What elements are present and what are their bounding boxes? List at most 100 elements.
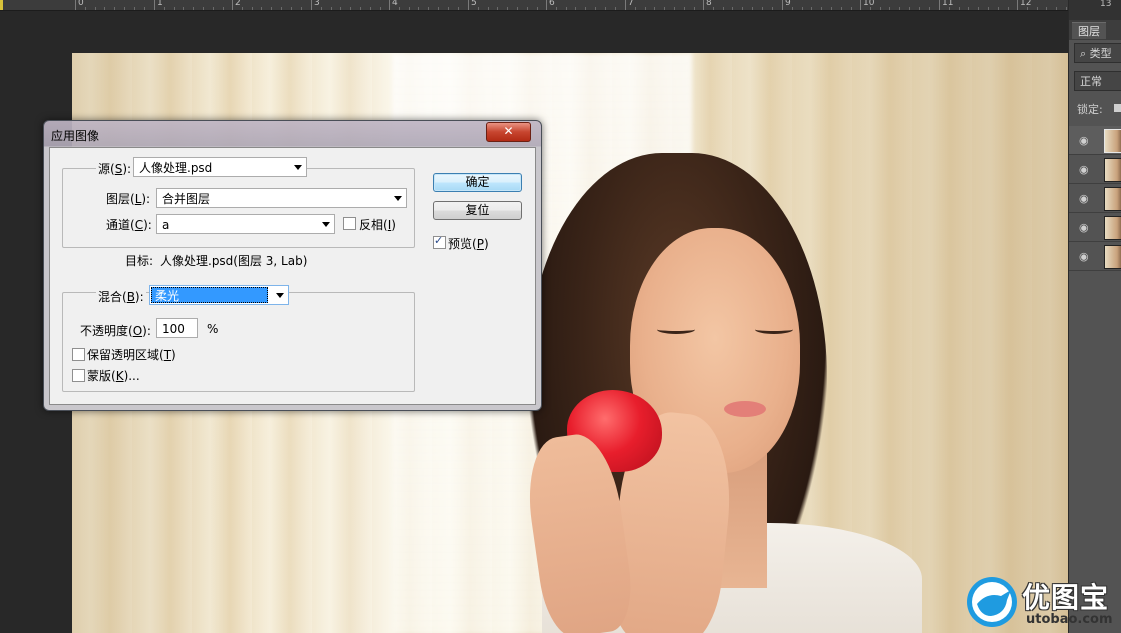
invert-checkbox[interactable]	[343, 217, 356, 230]
ruler-major-tick	[468, 0, 469, 10]
ruler-tick-label: 1	[157, 0, 163, 8]
invert-label: 反相(I)	[359, 218, 396, 232]
ruler-tick-label: 12	[1020, 0, 1032, 8]
ruler-origin-mark	[0, 0, 3, 10]
layer-filter-select[interactable]: ⌕ 类型	[1074, 43, 1121, 63]
preserve-transparency-checkbox[interactable]	[72, 348, 85, 361]
horizontal-ruler[interactable]: 0 1 2 3 4 5 6 7 8 9 10 11 12	[0, 0, 1068, 11]
tab-layers[interactable]: 图层	[1072, 22, 1106, 39]
ruler-minor-tick	[841, 7, 842, 10]
ruler-minor-tick	[1066, 7, 1067, 10]
dialog-close-button[interactable]: ✕	[486, 122, 531, 142]
ruler-minor-tick	[203, 7, 204, 10]
ruler-tick-label: 9	[785, 0, 791, 8]
ruler-minor-tick	[762, 7, 763, 10]
ruler-minor-tick	[428, 7, 429, 10]
eye-icon[interactable]: ◉	[1079, 134, 1089, 147]
watermark-url: utobao.com	[1026, 612, 1113, 627]
mask-checkbox[interactable]	[72, 369, 85, 382]
ruler-tick-label: 13	[1100, 0, 1112, 9]
ruler-minor-tick	[1037, 7, 1038, 10]
layer-thumbnail	[1104, 187, 1121, 211]
ruler-minor-tick	[193, 7, 194, 10]
ruler-major-tick	[232, 0, 233, 10]
eye-icon[interactable]: ◉	[1079, 163, 1089, 176]
watermark-bird-logo	[967, 577, 1017, 627]
panel-header	[1069, 0, 1121, 20]
lock-label: 锁定:	[1077, 103, 1103, 116]
ruler-minor-tick	[271, 7, 272, 10]
apply-image-dialog: 应用图像 ✕ 源(S): 人像处理.psd 图层(L): 合并图层 通道(C):…	[43, 120, 542, 411]
ruler-minor-tick	[1046, 7, 1047, 10]
ruler-minor-tick	[949, 7, 950, 10]
ruler-minor-tick	[664, 7, 665, 10]
ruler-tick-label: 4	[392, 0, 398, 8]
opacity-input[interactable]: 100	[156, 318, 198, 338]
chevron-down-icon	[294, 165, 302, 170]
ruler-minor-tick	[438, 7, 439, 10]
ruler-minor-tick	[1027, 7, 1028, 10]
channel-select[interactable]: a	[156, 214, 335, 234]
ruler-minor-tick	[851, 7, 852, 10]
blend-mode-value: 柔光	[151, 287, 268, 303]
blend-mode-select[interactable]: 柔光	[149, 285, 289, 305]
source-select[interactable]: 人像处理.psd	[133, 157, 307, 177]
lock-transparent-pixels-icon[interactable]	[1114, 104, 1121, 112]
layer-row[interactable]: ◉	[1069, 242, 1121, 271]
ruler-minor-tick	[615, 7, 616, 10]
ruler-minor-tick	[223, 7, 224, 10]
ruler-minor-tick	[1056, 7, 1057, 10]
ruler-major-tick	[389, 0, 390, 10]
ruler-minor-tick	[831, 7, 832, 10]
layer-thumbnail	[1104, 129, 1121, 153]
layer-select[interactable]: 合并图层	[156, 188, 407, 208]
reset-button[interactable]: 复位	[433, 201, 522, 220]
close-icon: ✕	[503, 124, 514, 138]
ruler-minor-tick	[566, 7, 567, 10]
layer-blend-mode-select[interactable]: 正常	[1074, 71, 1121, 91]
layer-row[interactable]: ◉	[1069, 184, 1121, 213]
ruler-major-tick	[75, 0, 76, 10]
ruler-minor-tick	[301, 7, 302, 10]
target-value: 人像处理.psd(图层 3, Lab)	[160, 254, 308, 268]
ruler-minor-tick	[752, 7, 753, 10]
ruler-minor-tick	[988, 7, 989, 10]
ruler-minor-tick	[880, 7, 881, 10]
ruler-minor-tick	[889, 7, 890, 10]
ruler-minor-tick	[713, 7, 714, 10]
channel-label: 通道(C):	[106, 218, 152, 232]
layer-thumbnail	[1104, 158, 1121, 182]
ruler-minor-tick	[360, 7, 361, 10]
watermark-name: 优图宝	[1022, 581, 1110, 614]
ruler-major-tick	[546, 0, 547, 10]
ruler-minor-tick	[654, 7, 655, 10]
ruler-minor-tick	[674, 7, 675, 10]
ruler-tick-label: 2	[235, 0, 241, 8]
eye-icon[interactable]: ◉	[1079, 221, 1089, 234]
ruler-minor-tick	[418, 7, 419, 10]
preserve-transparency-label: 保留透明区域(T)	[87, 348, 176, 362]
eye-icon[interactable]: ◉	[1079, 192, 1089, 205]
ruler-minor-tick	[242, 7, 243, 10]
layer-row[interactable]: ◉	[1069, 155, 1121, 184]
ok-button[interactable]: 确定	[433, 173, 522, 192]
ruler-minor-tick	[409, 7, 410, 10]
ruler-minor-tick	[909, 7, 910, 10]
ruler-tick-label: 11	[942, 0, 954, 8]
ruler-minor-tick	[605, 7, 606, 10]
ruler-minor-tick	[350, 7, 351, 10]
layer-row[interactable]: ◉	[1069, 126, 1121, 155]
photo-subject-eye-left	[657, 325, 695, 334]
ruler-minor-tick	[792, 7, 793, 10]
chevron-down-icon	[394, 196, 402, 201]
ruler-minor-tick	[1008, 7, 1009, 10]
ruler-minor-tick	[684, 7, 685, 10]
chevron-down-icon	[276, 293, 284, 298]
ruler-minor-tick	[104, 7, 105, 10]
ruler-tick-label: 0	[78, 0, 84, 8]
layer-row[interactable]: ◉	[1069, 213, 1121, 242]
source-label: 源(S):	[96, 160, 134, 177]
ruler-minor-tick	[497, 7, 498, 10]
eye-icon[interactable]: ◉	[1079, 250, 1089, 263]
preview-checkbox[interactable]	[433, 234, 446, 249]
